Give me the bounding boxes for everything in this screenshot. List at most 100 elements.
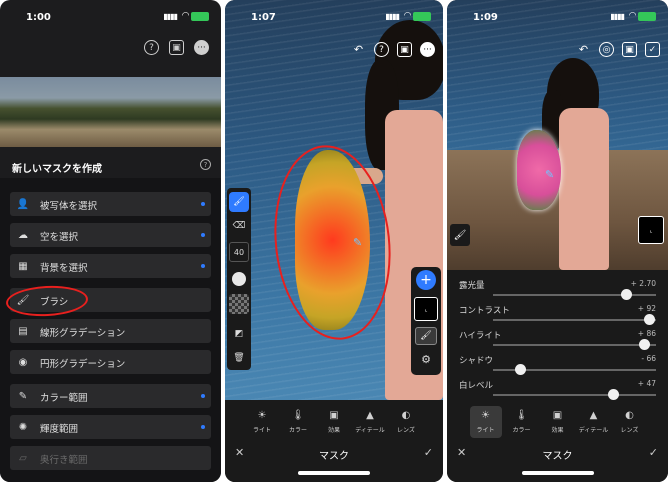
tab-light[interactable]: ☀ ライト bbox=[469, 406, 502, 438]
trash-icon[interactable]: 🗑 bbox=[229, 348, 249, 368]
mask-menu-header: 新しいマスクを作成 ? bbox=[0, 152, 221, 178]
compare-icon[interactable]: ▣ bbox=[622, 42, 637, 57]
status-bar: 1:00 ▮▮▮▮ ◠ bbox=[0, 0, 221, 30]
top-toolbar: ↶ ? ▣ ··· bbox=[351, 42, 435, 57]
thermometer-icon: 🌡 bbox=[291, 410, 305, 421]
sky-icon: ☁ bbox=[18, 229, 28, 241]
lens-icon: ◐ bbox=[401, 410, 411, 421]
tab-lens[interactable]: ◐ レンズ bbox=[614, 406, 646, 438]
new-feature-dot bbox=[201, 202, 205, 206]
mask-thumbnail[interactable]: ⌞ bbox=[638, 216, 664, 244]
slider-knob[interactable] bbox=[643, 314, 655, 325]
mask-thumbnail[interactable]: ⌞ bbox=[414, 297, 438, 321]
person-icon: 👤 bbox=[16, 198, 30, 210]
slider-shadows[interactable]: シャドウ - 66 bbox=[447, 351, 668, 377]
slider-whites[interactable]: 白レベル + 47 bbox=[447, 376, 668, 402]
adjust-tabs: ☀ ライト 🌡 カラー ▣ 効果 ▲ ディテール ◐ レンズ bbox=[447, 406, 668, 438]
status-time: 1:00 bbox=[26, 12, 51, 23]
compare-icon[interactable]: ▣ bbox=[397, 42, 412, 57]
mask-label: マスク bbox=[542, 451, 573, 462]
screen-brush-mask: ✎ 1:07 ▮▮▮▮ ◠ ↶ ? ▣ ··· 🖌 ⌫ 40 ◩ 🗑 + ⌞ 🖌… bbox=[225, 0, 443, 482]
brush-icon[interactable]: 🖌 bbox=[415, 327, 437, 345]
effects-icon: ▣ bbox=[552, 410, 563, 421]
brush-icon[interactable]: 🖌 bbox=[450, 224, 470, 246]
light-sliders: 露光量 + 2.70 コントラスト + 92 ハイライト + 86 シャドウ -… bbox=[447, 270, 668, 400]
top-toolbar: ↶ ◎ ▣ ✓ bbox=[576, 42, 660, 57]
wifi-icon: ◠ bbox=[182, 11, 189, 21]
battery-icon bbox=[638, 12, 656, 21]
brush-icon[interactable]: 🖌 bbox=[229, 192, 249, 212]
mask-item-sky[interactable]: ☁ 空を選択 bbox=[10, 223, 211, 247]
screen-mask-menu: 1:00 ▮▮▮▮ ◠ ? ▣ ··· 新しいマスクを作成 ? 👤 被写体を選択… bbox=[0, 0, 221, 482]
eraser-icon[interactable]: ⌫ bbox=[229, 216, 249, 236]
new-feature-dot bbox=[201, 425, 205, 429]
mask-item-linear-gradient[interactable]: ▤ 線形グラデーション bbox=[10, 319, 211, 343]
new-feature-dot bbox=[201, 233, 205, 237]
slider-knob[interactable] bbox=[515, 364, 527, 375]
slider-knob[interactable] bbox=[621, 289, 633, 300]
photo-subject-dress bbox=[559, 108, 609, 270]
mask-item-radial-gradient[interactable]: ◉ 円形グラデーション bbox=[10, 350, 211, 374]
sun-icon: ☀ bbox=[257, 410, 267, 421]
mask-options-icon[interactable]: ⚙ bbox=[418, 351, 434, 367]
bottom-bar: ☀ ライト 🌡 カラー ▣ 効果 ▲ ディテール ◐ レンズ ✕ マスク ✓ bbox=[225, 400, 443, 482]
slider-track[interactable] bbox=[493, 394, 656, 396]
help-icon[interactable]: ? bbox=[200, 159, 211, 170]
linear-gradient-icon: ▤ bbox=[18, 325, 28, 337]
confirm-icon[interactable]: ✓ bbox=[424, 446, 433, 459]
brush-flow-icon[interactable] bbox=[229, 294, 249, 314]
help-icon[interactable]: ? bbox=[374, 42, 389, 57]
undo-icon[interactable]: ↶ bbox=[576, 42, 591, 57]
more-icon[interactable]: ··· bbox=[194, 40, 209, 55]
compare-icon[interactable]: ▣ bbox=[169, 40, 184, 55]
sun-icon: ☀ bbox=[481, 410, 490, 421]
brush-feather-icon[interactable] bbox=[232, 272, 246, 286]
mask-item-color-range[interactable]: ✎ カラー範囲 bbox=[10, 384, 211, 408]
mask-menu-title: 新しいマスクを作成 bbox=[12, 164, 102, 175]
effects-icon: ▣ bbox=[329, 410, 339, 421]
slider-track[interactable] bbox=[493, 319, 656, 321]
tab-effects[interactable]: ▣ 効果 bbox=[542, 406, 574, 438]
triangle-icon: ▲ bbox=[589, 410, 598, 421]
more-icon[interactable]: ··· bbox=[420, 42, 435, 57]
wifi-icon: ◠ bbox=[404, 11, 411, 21]
signal-icon: ▮▮▮▮ bbox=[163, 12, 178, 21]
lens-icon: ◐ bbox=[625, 410, 634, 421]
confirm-icon[interactable]: ✓ bbox=[649, 446, 658, 459]
tab-color[interactable]: 🌡 カラー bbox=[282, 406, 314, 438]
tab-color[interactable]: 🌡 カラー bbox=[506, 406, 538, 438]
mask-item-luminance-range[interactable]: ✺ 輝度範囲 bbox=[10, 415, 211, 439]
slider-exposure[interactable]: 露光量 + 2.70 bbox=[447, 276, 668, 302]
tab-light[interactable]: ☀ ライト bbox=[246, 406, 278, 438]
wifi-icon: ◠ bbox=[629, 11, 636, 21]
new-feature-dot bbox=[201, 394, 205, 398]
invert-icon[interactable]: ◩ bbox=[229, 324, 249, 344]
status-time: 1:09 bbox=[473, 12, 498, 23]
add-mask-button[interactable]: + bbox=[416, 270, 436, 290]
brush-tool-panel: 🖌 ⌫ 40 ◩ 🗑 bbox=[227, 188, 251, 370]
tab-detail[interactable]: ▲ ディテール bbox=[354, 406, 386, 438]
mask-item-background[interactable]: ▦ 背景を選択 bbox=[10, 254, 211, 278]
undo-icon[interactable]: ↶ bbox=[351, 42, 366, 57]
slider-knob[interactable] bbox=[639, 339, 651, 350]
tab-effects[interactable]: ▣ 効果 bbox=[318, 406, 350, 438]
brush-size-field[interactable]: 40 bbox=[229, 242, 249, 262]
tab-lens[interactable]: ◐ レンズ bbox=[390, 406, 422, 438]
mask-overlay-icon[interactable]: ◎ bbox=[599, 42, 614, 57]
status-bar: 1:09 ▮▮▮▮ ◠ bbox=[447, 0, 668, 30]
mask-item-subject[interactable]: 👤 被写体を選択 bbox=[10, 192, 211, 216]
adjust-tabs: ☀ ライト 🌡 カラー ▣ 効果 ▲ ディテール ◐ レンズ bbox=[225, 406, 443, 438]
slider-track[interactable] bbox=[493, 344, 656, 346]
mask-action-row: ✕ マスク ✓ bbox=[447, 444, 668, 464]
mask-type-list: 👤 被写体を選択 ☁ 空を選択 ▦ 背景を選択 🖌 ブラシ ▤ 線形グラデーショ… bbox=[0, 178, 221, 482]
slider-knob[interactable] bbox=[608, 389, 620, 400]
check-icon[interactable]: ✓ bbox=[645, 42, 660, 57]
radial-gradient-icon: ◉ bbox=[18, 356, 28, 368]
photo-preview bbox=[0, 77, 221, 147]
mask-item-depth-range: ▱ 奥行き範囲 bbox=[10, 446, 211, 470]
mask-label: マスク bbox=[319, 451, 349, 462]
help-icon[interactable]: ? bbox=[144, 40, 159, 55]
tab-detail[interactable]: ▲ ディテール bbox=[578, 406, 610, 438]
slider-highlights[interactable]: ハイライト + 86 bbox=[447, 326, 668, 352]
slider-contrast[interactable]: コントラスト + 92 bbox=[447, 301, 668, 327]
